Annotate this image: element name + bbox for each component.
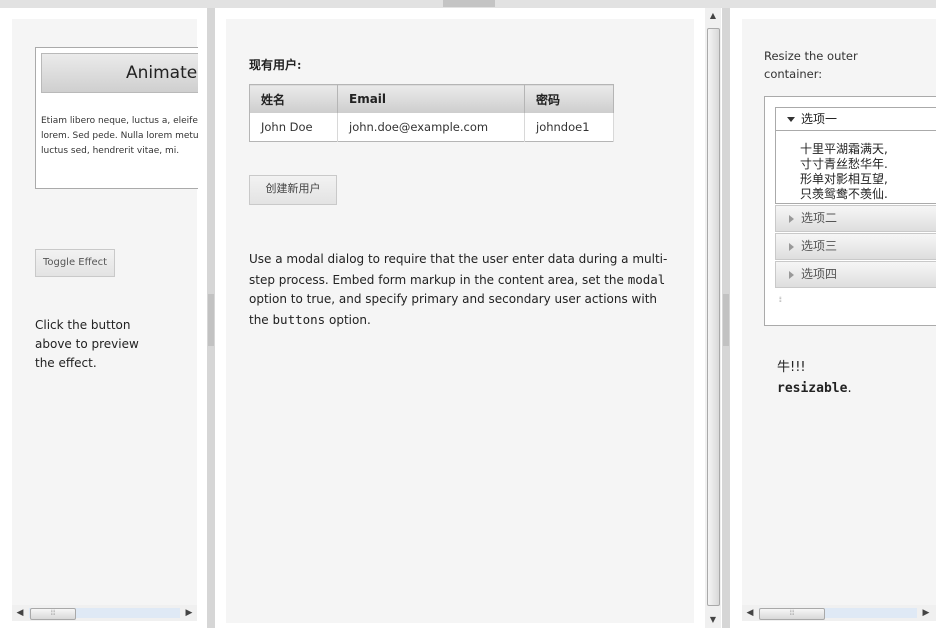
- animate-demo-box: Animate Etiam libero neque, luctus a, el…: [35, 47, 198, 189]
- column-header-password: 密码: [524, 84, 614, 113]
- users-table-header-row: 姓名 Email 密码: [249, 84, 614, 113]
- column-header-name: 姓名: [249, 84, 338, 113]
- user-email-cell: john.doe@example.com: [337, 113, 525, 142]
- resizable-note: 牛!!! resizable.: [777, 360, 852, 396]
- scroll-thumb[interactable]: [707, 28, 720, 606]
- modal-description: Use a modal dialog to require that the u…: [249, 252, 668, 327]
- accordion-content-1: 十里平湖霜满天, 寸寸青丝愁华年. 形单对影相互望, 只羡鸳鸯不羡仙.: [800, 142, 888, 201]
- animate-header: Animate: [41, 53, 198, 93]
- scroll-left-icon[interactable]: ◀: [12, 605, 28, 621]
- middle-vertical-scrollbar[interactable]: ▲ ▼: [705, 8, 721, 628]
- chevron-right-icon: [789, 270, 794, 279]
- chevron-down-icon: [787, 117, 795, 122]
- table-row: John Doe john.doe@example.com johndoe1: [249, 113, 614, 142]
- modal-option-code: modal: [627, 271, 666, 287]
- scroll-up-icon[interactable]: ▲: [705, 8, 721, 24]
- top-resize-handle[interactable]: [443, 0, 495, 7]
- scroll-right-icon[interactable]: ▶: [181, 605, 197, 621]
- column-header-email: Email: [337, 84, 525, 113]
- toggle-effect-button[interactable]: Toggle Effect: [35, 249, 115, 277]
- accordion-header-3[interactable]: 选项三: [775, 233, 936, 260]
- scroll-down-icon[interactable]: ▼: [705, 612, 721, 628]
- left-horizontal-scrollbar[interactable]: ◀ ⦙⦙⦙ ▶: [12, 605, 197, 621]
- users-table: 姓名 Email 密码 John Doe john.doe@example.co…: [249, 84, 614, 142]
- accordion-section-1: 选项一 十里平湖霜满天, 寸寸青丝愁华年. 形单对影相互望, 只羡鸳鸯不羡仙.: [775, 107, 936, 204]
- create-new-user-button[interactable]: 创建新用户: [249, 175, 337, 205]
- animate-body-text: Etiam libero neque, luctus a, eleifend l…: [41, 116, 198, 156]
- chevron-right-icon: [789, 242, 794, 251]
- left-splitter-grip[interactable]: [208, 294, 214, 346]
- accordion-header-4[interactable]: 选项四: [775, 261, 936, 288]
- chevron-right-icon: [789, 214, 794, 223]
- right-splitter-grip[interactable]: [723, 294, 729, 346]
- scroll-left-icon[interactable]: ◀: [742, 605, 758, 621]
- right-horizontal-scrollbar[interactable]: ◀ ⦙⦙⦙ ▶: [742, 605, 936, 621]
- buttons-option-code: buttons: [272, 311, 326, 327]
- scroll-thumb[interactable]: ⦙⦙⦙: [30, 608, 76, 620]
- user-name-cell: John Doe: [249, 113, 338, 142]
- existing-users-title: 现有用户:: [249, 58, 302, 72]
- accordion-header-1[interactable]: 选项一: [776, 108, 936, 131]
- preview-instructions: Click the button above to preview the ef…: [35, 318, 139, 370]
- resize-instructions: Resize the outer container:: [764, 49, 858, 81]
- resize-grip-icon[interactable]: ⦙⦙⦙: [779, 296, 782, 305]
- scroll-right-icon[interactable]: ▶: [918, 605, 934, 621]
- user-password-cell: johndoe1: [524, 113, 614, 142]
- resizable-accordion-container[interactable]: 选项一 十里平湖霜满天, 寸寸青丝愁华年. 形单对影相互望, 只羡鸳鸯不羡仙. …: [764, 96, 936, 326]
- scroll-thumb[interactable]: ⦙⦙⦙: [759, 608, 825, 620]
- accordion-header-2[interactable]: 选项二: [775, 205, 936, 232]
- resizable-code: resizable: [777, 381, 848, 396]
